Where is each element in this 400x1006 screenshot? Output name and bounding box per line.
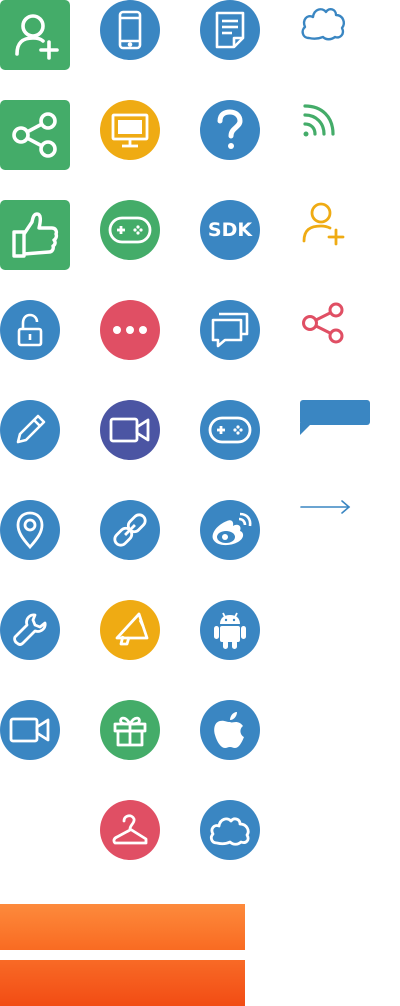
gamepad-icon (108, 216, 152, 244)
gamepad-icon (208, 416, 252, 444)
share-icon (12, 112, 57, 158)
share-outline-button[interactable] (300, 302, 346, 344)
arrow-right-button[interactable] (300, 498, 352, 516)
cloud-outline-icon (301, 7, 345, 41)
gift-icon (113, 716, 147, 747)
game-button-blue[interactable] (200, 400, 260, 460)
video-camera-icon (109, 417, 150, 443)
like-tile[interactable] (0, 200, 70, 270)
chat-bubbles-icon (211, 312, 249, 348)
orange-bar-bottom[interactable] (0, 960, 245, 1006)
smartphone-icon (118, 10, 142, 50)
edit-button[interactable] (0, 400, 60, 460)
rss-button[interactable] (302, 103, 342, 139)
sdk-icon: SDK (207, 219, 253, 241)
speech-bubble-tail (300, 423, 312, 435)
desktop-button[interactable] (100, 100, 160, 160)
announce-button[interactable] (100, 600, 160, 660)
link-button[interactable] (100, 500, 160, 560)
document-button[interactable] (200, 0, 260, 60)
cloud-icon (209, 817, 250, 846)
settings-button[interactable] (0, 600, 60, 660)
share-tile[interactable] (0, 100, 70, 170)
megaphone-icon (115, 612, 149, 646)
weibo-button[interactable] (200, 500, 260, 560)
wrench-icon (13, 613, 47, 646)
document-icon (215, 11, 245, 49)
arrow-right-icon (300, 500, 351, 514)
location-pin-icon (16, 511, 44, 550)
share-outline-icon (302, 302, 344, 344)
add-user-icon (15, 14, 59, 60)
apple-icon (214, 712, 244, 748)
android-icon (214, 612, 246, 649)
rss-icon (303, 104, 335, 137)
orange-bar-top[interactable] (0, 904, 245, 950)
pencil-icon (16, 414, 46, 444)
video-button-indigo[interactable] (100, 400, 160, 460)
add-user-outline-button[interactable] (301, 200, 347, 246)
hanger-icon (112, 814, 148, 845)
more-button[interactable] (100, 300, 160, 360)
link-icon (113, 513, 147, 547)
help-button[interactable] (200, 100, 260, 160)
unlock-button[interactable] (0, 300, 60, 360)
sdk-button[interactable]: SDK (200, 200, 260, 260)
chat-button[interactable] (200, 300, 260, 360)
mobile-button[interactable] (100, 0, 160, 60)
game-button-green[interactable] (100, 200, 160, 260)
video-button[interactable] (0, 700, 60, 760)
video-camera-icon (9, 717, 50, 743)
monitor-icon (111, 113, 149, 148)
gift-button[interactable] (100, 700, 160, 760)
location-button[interactable] (0, 500, 60, 560)
add-user-outline-icon (302, 202, 345, 246)
thumbs-up-icon (12, 212, 59, 258)
add-user-tile[interactable] (0, 0, 70, 70)
speech-bubble-icon (300, 400, 370, 425)
question-icon (217, 109, 243, 149)
more-dots-icon (113, 326, 147, 334)
hanger-button[interactable] (100, 800, 160, 860)
apple-button[interactable] (200, 700, 260, 760)
cloud-outline-button[interactable] (299, 2, 347, 42)
weibo-icon (212, 512, 252, 546)
unlock-icon (17, 313, 43, 347)
android-button[interactable] (200, 600, 260, 660)
cloud-button[interactable] (200, 800, 260, 860)
